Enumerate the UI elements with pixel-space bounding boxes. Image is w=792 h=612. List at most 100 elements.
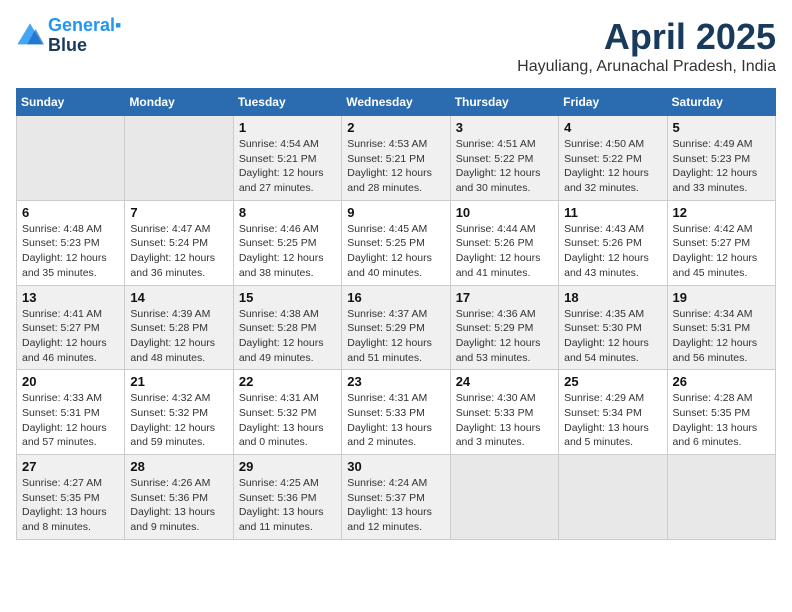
calendar-cell: 18Sunrise: 4:35 AMSunset: 5:30 PMDayligh… — [559, 285, 667, 370]
day-detail: Sunrise: 4:53 AMSunset: 5:21 PMDaylight:… — [347, 137, 444, 196]
calendar-cell: 7 Sunrise: 4:47 AMSunset: 5:24 PMDaylight… — [125, 200, 233, 285]
day-number: 21 — [130, 374, 227, 389]
day-detail: Sunrise: 4:31 AMSunset: 5:33 PMDaylight:… — [347, 391, 444, 450]
day-detail: Sunrise: 4:32 AMSunset: 5:32 PMDaylight:… — [130, 391, 227, 450]
logo-text: General▪ Blue — [48, 16, 121, 56]
day-detail: Sunrise: 4:24 AMSunset: 5:37 PMDaylight:… — [347, 476, 444, 535]
calendar-header-monday: Monday — [125, 89, 233, 116]
calendar-cell: 28Sunrise: 4:26 AMSunset: 5:36 PMDayligh… — [125, 455, 233, 540]
day-detail: Sunrise: 4:30 AMSunset: 5:33 PMDaylight:… — [456, 391, 553, 450]
calendar-cell: 8Sunrise: 4:46 AMSunset: 5:25 PMDaylight… — [233, 200, 341, 285]
calendar-header-thursday: Thursday — [450, 89, 558, 116]
calendar-cell — [17, 116, 125, 201]
day-number: 30 — [347, 459, 444, 474]
logo: General▪ Blue — [16, 16, 121, 56]
day-detail: Sunrise: 4:26 AMSunset: 5:36 PMDaylight:… — [130, 476, 227, 535]
day-detail: Sunrise: 4:35 AMSunset: 5:30 PMDaylight:… — [564, 307, 661, 366]
day-detail: Sunrise: 4:28 AMSunset: 5:35 PMDaylight:… — [673, 391, 770, 450]
logo-line2: Blue — [48, 36, 121, 56]
calendar-cell: 3 Sunrise: 4:51 AMSunset: 5:22 PMDaylight… — [450, 116, 558, 201]
day-number: 27 — [22, 459, 119, 474]
calendar-header-wednesday: Wednesday — [342, 89, 450, 116]
day-number: 7 — [130, 205, 227, 220]
calendar-cell: 23Sunrise: 4:31 AMSunset: 5:33 PMDayligh… — [342, 370, 450, 455]
calendar-cell: 17 Sunrise: 4:36 AMSunset: 5:29 PMDayligh… — [450, 285, 558, 370]
calendar-cell: 12 Sunrise: 4:42 AMSunset: 5:27 PMDayligh… — [667, 200, 775, 285]
calendar-cell: 4Sunrise: 4:50 AMSunset: 5:22 PMDaylight… — [559, 116, 667, 201]
calendar-cell: 2Sunrise: 4:53 AMSunset: 5:21 PMDaylight… — [342, 116, 450, 201]
day-detail: Sunrise: 4:49 AMSunset: 5:23 PMDaylight:… — [673, 137, 770, 196]
day-detail: Sunrise: 4:42 AMSunset: 5:27 PMDaylight:… — [673, 222, 770, 281]
calendar-cell: 19 Sunrise: 4:34 AMSunset: 5:31 PMDayligh… — [667, 285, 775, 370]
page-header: General▪ Blue April 2025 Hayuliang, Arun… — [16, 16, 776, 76]
day-number: 13 — [22, 290, 119, 305]
day-detail: Sunrise: 4:51 AMSunset: 5:22 PMDaylight:… — [456, 137, 553, 196]
calendar-header-saturday: Saturday — [667, 89, 775, 116]
calendar-week-row: 1 Sunrise: 4:54 AMSunset: 5:21 PMDaylight… — [17, 116, 776, 201]
day-number: 4 — [564, 120, 661, 135]
location-title: Hayuliang, Arunachal Pradesh, India — [517, 58, 776, 76]
day-detail: Sunrise: 4:29 AMSunset: 5:34 PMDaylight:… — [564, 391, 661, 450]
day-detail: Sunrise: 4:31 AMSunset: 5:32 PMDaylight:… — [239, 391, 336, 450]
day-number: 1 — [239, 120, 336, 135]
day-detail: Sunrise: 4:34 AMSunset: 5:31 PMDaylight:… — [673, 307, 770, 366]
day-number: 9 — [347, 205, 444, 220]
day-number: 8 — [239, 205, 336, 220]
calendar-cell: 29 Sunrise: 4:25 AMSunset: 5:36 PMDayligh… — [233, 455, 341, 540]
calendar-cell: 26 Sunrise: 4:28 AMSunset: 5:35 PMDayligh… — [667, 370, 775, 455]
day-detail: Sunrise: 4:38 AMSunset: 5:28 PMDaylight:… — [239, 307, 336, 366]
day-number: 29 — [239, 459, 336, 474]
calendar-cell: 20 Sunrise: 4:33 AMSunset: 5:31 PMDayligh… — [17, 370, 125, 455]
calendar-week-row: 20 Sunrise: 4:33 AMSunset: 5:31 PMDayligh… — [17, 370, 776, 455]
day-number: 17 — [456, 290, 553, 305]
day-number: 12 — [673, 205, 770, 220]
calendar-cell: 11Sunrise: 4:43 AMSunset: 5:26 PMDayligh… — [559, 200, 667, 285]
day-detail: Sunrise: 4:47 AMSunset: 5:24 PMDaylight:… — [130, 222, 227, 281]
calendar-cell — [667, 455, 775, 540]
day-detail: Sunrise: 4:36 AMSunset: 5:29 PMDaylight:… — [456, 307, 553, 366]
month-title: April 2025 — [517, 16, 776, 58]
calendar-week-row: 13 Sunrise: 4:41 AMSunset: 5:27 PMDayligh… — [17, 285, 776, 370]
calendar-cell: 27Sunrise: 4:27 AMSunset: 5:35 PMDayligh… — [17, 455, 125, 540]
day-number: 19 — [673, 290, 770, 305]
calendar-cell: 9 Sunrise: 4:45 AMSunset: 5:25 PMDaylight… — [342, 200, 450, 285]
day-number: 15 — [239, 290, 336, 305]
day-number: 10 — [456, 205, 553, 220]
calendar-cell — [125, 116, 233, 201]
day-number: 25 — [564, 374, 661, 389]
logo-icon — [16, 22, 44, 50]
calendar-cell: 25 Sunrise: 4:29 AMSunset: 5:34 PMDayligh… — [559, 370, 667, 455]
calendar-week-row: 27Sunrise: 4:27 AMSunset: 5:35 PMDayligh… — [17, 455, 776, 540]
calendar-cell: 15 Sunrise: 4:38 AMSunset: 5:28 PMDayligh… — [233, 285, 341, 370]
logo-blue-dot: ▪ — [115, 15, 121, 35]
day-detail: Sunrise: 4:25 AMSunset: 5:36 PMDaylight:… — [239, 476, 336, 535]
calendar-header-tuesday: Tuesday — [233, 89, 341, 116]
day-detail: Sunrise: 4:41 AMSunset: 5:27 PMDaylight:… — [22, 307, 119, 366]
day-number: 20 — [22, 374, 119, 389]
calendar-header-sunday: Sunday — [17, 89, 125, 116]
day-detail: Sunrise: 4:44 AMSunset: 5:26 PMDaylight:… — [456, 222, 553, 281]
day-number: 22 — [239, 374, 336, 389]
calendar-cell: 22 Sunrise: 4:31 AMSunset: 5:32 PMDayligh… — [233, 370, 341, 455]
day-detail: Sunrise: 4:54 AMSunset: 5:21 PMDaylight:… — [239, 137, 336, 196]
calendar-cell — [450, 455, 558, 540]
calendar-cell: 13 Sunrise: 4:41 AMSunset: 5:27 PMDayligh… — [17, 285, 125, 370]
day-detail: Sunrise: 4:39 AMSunset: 5:28 PMDaylight:… — [130, 307, 227, 366]
day-detail: Sunrise: 4:33 AMSunset: 5:31 PMDaylight:… — [22, 391, 119, 450]
calendar-cell: 30 Sunrise: 4:24 AMSunset: 5:37 PMDayligh… — [342, 455, 450, 540]
calendar-table: SundayMondayTuesdayWednesdayThursdayFrid… — [16, 88, 776, 540]
day-detail: Sunrise: 4:45 AMSunset: 5:25 PMDaylight:… — [347, 222, 444, 281]
day-number: 5 — [673, 120, 770, 135]
day-number: 11 — [564, 205, 661, 220]
day-detail: Sunrise: 4:37 AMSunset: 5:29 PMDaylight:… — [347, 307, 444, 366]
calendar-cell: 24Sunrise: 4:30 AMSunset: 5:33 PMDayligh… — [450, 370, 558, 455]
day-detail: Sunrise: 4:48 AMSunset: 5:23 PMDaylight:… — [22, 222, 119, 281]
calendar-header-row: SundayMondayTuesdayWednesdayThursdayFrid… — [17, 89, 776, 116]
calendar-cell: 16Sunrise: 4:37 AMSunset: 5:29 PMDayligh… — [342, 285, 450, 370]
day-number: 26 — [673, 374, 770, 389]
calendar-cell: 14Sunrise: 4:39 AMSunset: 5:28 PMDayligh… — [125, 285, 233, 370]
logo-line1: General — [48, 15, 115, 35]
day-number: 3 — [456, 120, 553, 135]
calendar-cell: 6Sunrise: 4:48 AMSunset: 5:23 PMDaylight… — [17, 200, 125, 285]
title-block: April 2025 Hayuliang, Arunachal Pradesh,… — [517, 16, 776, 76]
